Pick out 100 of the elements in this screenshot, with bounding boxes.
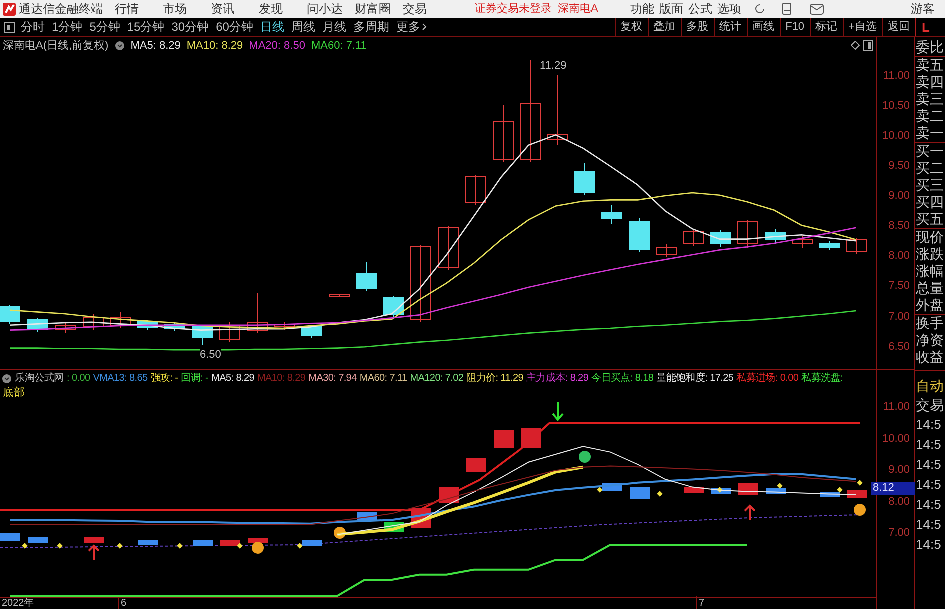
legend-value: : 8.65 [124,372,148,386]
panel-toggle-icon[interactable] [4,22,15,32]
signal-bar [0,533,20,541]
tool-button[interactable]: F10 [780,18,810,36]
phone-icon[interactable] [782,3,792,15]
period-tab[interactable]: 1分钟 [52,18,83,36]
diamond-marker [57,543,63,549]
legend-name: MA10 [186,38,216,54]
axis-label: 6 [118,596,696,609]
legend-name: 私募进场 [736,372,776,386]
signal-bar [521,428,541,448]
period-tab[interactable]: 5分钟 [90,18,120,36]
menu-item[interactable]: 问小达 [301,0,349,18]
period-tab[interactable]: 30分钟 [172,18,210,36]
quote-field-label: 买三 [915,177,945,194]
signal-bar [738,483,758,495]
refresh-icon[interactable] [754,3,766,15]
menu-item[interactable]: 功能 [628,0,657,18]
up-arrow-icon [88,544,100,561]
user-label[interactable]: 游客 [911,0,935,18]
trade-time: 14:5 [915,476,942,494]
signal-bar [248,538,268,543]
quote-field-label: 卖二 [915,108,945,125]
legend-value: : - [170,372,178,386]
tool-button[interactable]: 画线 [746,18,780,36]
panel-icon[interactable] [863,40,873,51]
tool-button[interactable]: +自选 [842,18,882,36]
signal-bar [302,540,322,546]
diamond-marker [857,480,863,486]
menu-item[interactable]: 交易 [397,0,445,18]
menu-item[interactable]: 版面 [657,0,686,18]
menu-item[interactable]: 公式 [686,0,715,18]
legend-name: 回调 [181,372,201,386]
up-arrow-icon [744,504,756,521]
tool-button[interactable]: 叠加 [648,18,681,36]
signal-bar [847,490,867,498]
signal-bar [439,487,459,503]
legend-value: : 7.11 [384,372,408,386]
panel-mode-label: L [915,18,945,36]
legend-value: : 8.50 [278,38,306,54]
period-tab[interactable]: 周线 [291,18,316,36]
quote-field-label: 卖一 [915,125,945,142]
signal-bar [28,537,48,543]
quote-field-label: 卖五 [915,57,945,74]
candlestick [710,230,732,248]
candlestick [384,296,404,318]
candlestick [84,314,104,330]
period-tab[interactable]: 分时 [21,18,45,36]
settings-icon[interactable] [2,374,12,384]
quote-field-label: 外盘 [915,297,945,314]
candlestick [330,294,350,298]
diamond-marker [22,543,28,549]
legend-value: : 8.29 [216,38,244,54]
candlestick [356,262,378,292]
legend-value: : 8.29 [282,372,306,386]
tool-button[interactable]: 统计 [714,18,747,36]
quote-field-label: 买四 [915,194,945,211]
menu-item[interactable]: 选项 [715,0,744,18]
legend-name: MA30 [308,372,334,386]
menu-item[interactable]: 行情 [109,0,157,18]
mail-icon[interactable] [810,4,824,14]
diamond-marker [717,487,723,493]
signal-bar [820,492,840,497]
candlestick [138,320,158,330]
period-tab[interactable]: 更多 [396,18,428,36]
tool-button[interactable]: 返回 [882,18,915,36]
logo-icon [3,2,16,16]
quote-field-label: 收益 [915,349,945,366]
period-tab[interactable]: 日线 [260,18,284,36]
trade-time: 14:5 [915,536,942,554]
trade-label: 交易 [915,396,945,415]
price-axis-label: 10.50 [882,100,910,113]
menu-item[interactable]: 财富圈 [349,0,397,18]
signal-marker [334,527,346,539]
period-tab[interactable]: 60分钟 [216,18,254,36]
trade-label: 自动 [915,377,945,396]
period-tab[interactable]: 多周期 [353,18,390,36]
period-tab[interactable]: 15分钟 [127,18,165,36]
tool-button[interactable]: 标记 [810,18,843,36]
candlestick [110,312,132,328]
quote-field-label: 换手 [915,315,945,332]
price-axis-label: 11.00 [883,401,910,414]
period-tab[interactable]: 月线 [322,18,346,36]
legend-value: : 17.25 [705,372,734,386]
candlestick [274,322,296,330]
menu-item[interactable]: 市场 [157,0,205,18]
low-price-label: 6.50 [200,348,222,361]
menu-item[interactable]: 发现 [253,0,301,18]
settings-icon[interactable] [114,40,125,51]
menu-item[interactable]: 资讯 [205,0,253,18]
price-axis-label: 11.00 [883,70,910,83]
legend-name: 阻力价 [466,372,496,386]
chart-title: 深南电A(日线,前复权) [3,38,109,54]
chevron-right-icon [422,23,428,31]
quote-field-label: 买一 [915,143,945,160]
legend-name: MA5 [130,38,154,54]
legend-value: : 8.18 [630,372,654,386]
diamond-icon[interactable] [851,41,860,50]
tool-button[interactable]: 复权 [614,18,648,36]
tool-button[interactable]: 多股 [680,18,714,36]
